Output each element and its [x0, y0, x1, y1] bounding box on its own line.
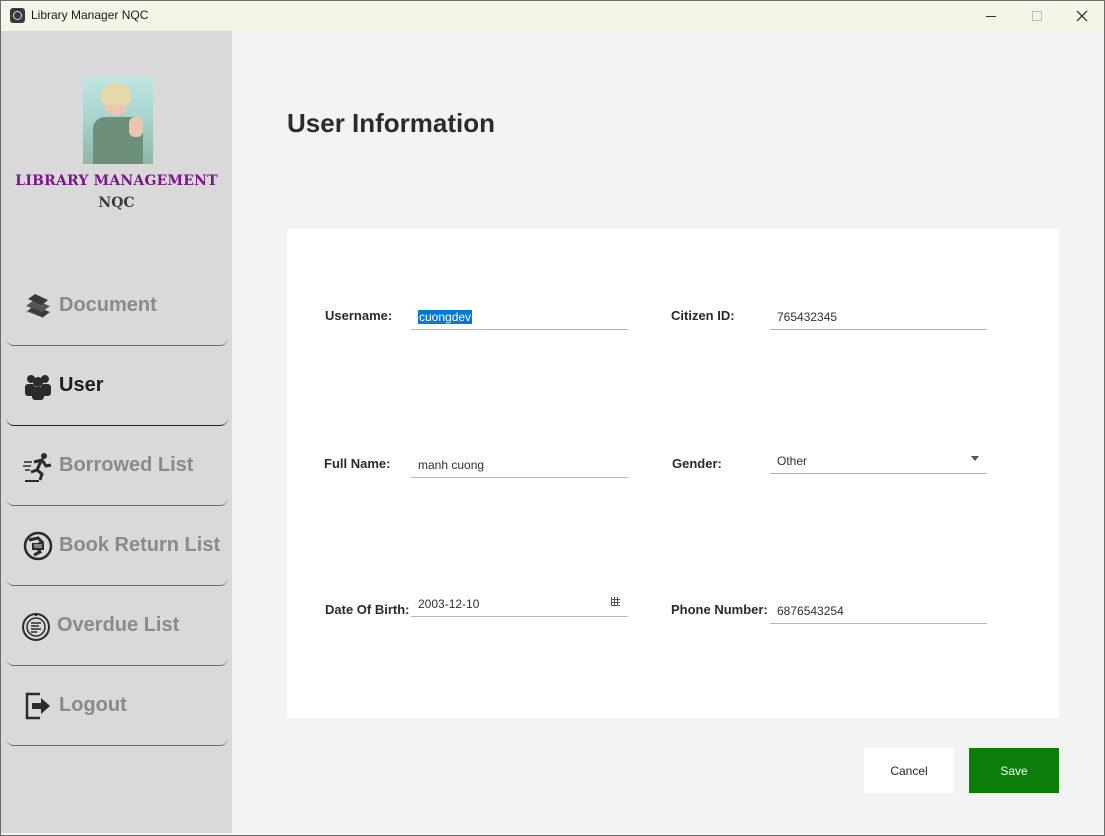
app-window: Library Manager NQC LIBRARY MANAGEMENT N…: [0, 0, 1105, 836]
full-name-field[interactable]: manh cuong: [411, 453, 628, 478]
gender-select[interactable]: Other: [770, 449, 987, 474]
dob-value: 2003-12-10: [418, 597, 480, 611]
brand-subtitle: NQC: [98, 195, 135, 211]
calendar-icon[interactable]: [611, 597, 620, 606]
sidebar-item-book-return-list[interactable]: Book Return List: [6, 506, 228, 586]
close-button[interactable]: [1059, 1, 1105, 31]
maximize-icon: [1032, 11, 1042, 21]
sidebar-item-label: Document: [59, 294, 157, 316]
brand-title: LIBRARY MANAGEMENT: [15, 173, 218, 189]
minimize-button[interactable]: [968, 1, 1014, 31]
chevron-down-icon[interactable]: [971, 456, 979, 461]
logout-icon: [22, 690, 54, 722]
maximize-button[interactable]: [1014, 1, 1060, 31]
users-group-icon: [22, 370, 54, 402]
phone-value: 6876543254: [777, 604, 844, 618]
close-icon: [1076, 10, 1088, 22]
gender-label: Gender:: [672, 456, 722, 471]
title-bar[interactable]: Library Manager NQC: [1, 1, 1104, 31]
full-name-label: Full Name:: [324, 456, 391, 471]
sidebar-item-label: User: [59, 374, 104, 396]
sidebar-item-label: Overdue List: [57, 614, 180, 636]
phone-label: Phone Number:: [671, 602, 768, 617]
minimize-icon: [986, 15, 996, 17]
dob-date-picker[interactable]: 2003-12-10: [411, 592, 628, 617]
citizen-id-label: Citizen ID:: [671, 308, 735, 323]
sidebar-item-user[interactable]: User: [6, 346, 228, 426]
sidebar-item-logout[interactable]: Logout: [6, 666, 228, 746]
book-stack-icon: [22, 290, 54, 322]
return-globe-icon: [22, 530, 54, 562]
window-title: Library Manager NQC: [31, 8, 149, 22]
full-name-value: manh cuong: [418, 458, 485, 472]
page-title: User Information: [287, 108, 496, 138]
profile-photo: [83, 77, 153, 164]
citizen-id-field[interactable]: 765432345: [770, 305, 987, 330]
cancel-button[interactable]: Cancel: [864, 748, 954, 793]
username-value: cuongdev: [418, 310, 473, 324]
running-person-icon: [22, 450, 54, 482]
save-button[interactable]: Save: [969, 748, 1059, 793]
sidebar-item-label: Borrowed List: [59, 454, 194, 476]
citizen-id-value: 765432345: [777, 310, 838, 324]
sidebar-item-borrowed-list[interactable]: Borrowed List: [6, 426, 228, 506]
app-icon: [10, 8, 25, 23]
username-label: Username:: [325, 308, 393, 323]
sidebar-item-document[interactable]: Document: [6, 266, 228, 346]
gender-value: Other: [777, 454, 808, 468]
phone-field[interactable]: 6876543254: [770, 599, 987, 624]
username-field[interactable]: cuongdev: [411, 305, 628, 330]
overdue-clock-icon: [20, 610, 52, 642]
sidebar-item-label: Logout: [59, 694, 127, 716]
dob-label: Date Of Birth:: [325, 602, 410, 617]
sidebar: LIBRARY MANAGEMENT NQC Document User Bor…: [1, 31, 232, 833]
sidebar-item-overdue-list[interactable]: Overdue List: [6, 586, 228, 666]
sidebar-item-label: Book Return List: [59, 534, 221, 556]
